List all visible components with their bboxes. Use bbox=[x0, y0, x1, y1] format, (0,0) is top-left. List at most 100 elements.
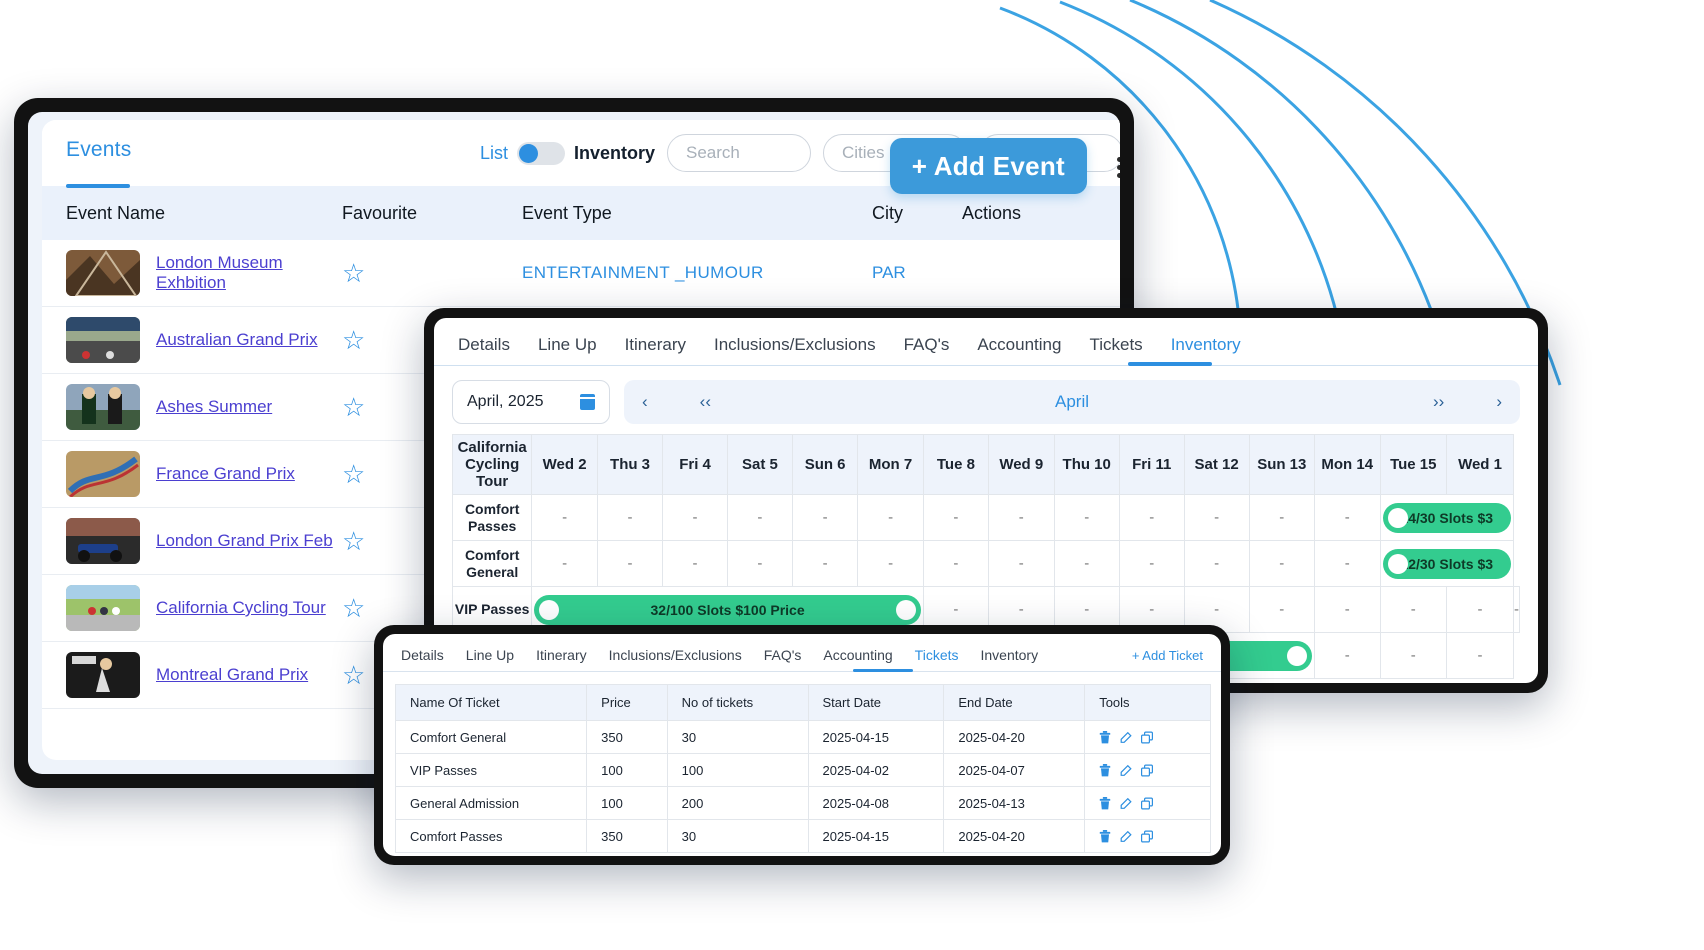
delete-icon[interactable] bbox=[1099, 763, 1111, 777]
favourite-star-icon[interactable]: ☆ bbox=[342, 392, 365, 422]
more-options-icon[interactable] bbox=[1117, 154, 1120, 181]
grid-cell[interactable]: - bbox=[1313, 586, 1381, 633]
grid-cell[interactable]: - bbox=[1248, 494, 1315, 541]
grid-cell[interactable]: - bbox=[1379, 586, 1448, 633]
favourite-star-icon[interactable]: ☆ bbox=[342, 593, 365, 623]
slot-pill[interactable]: 24/30 Slots $3 bbox=[1382, 502, 1511, 533]
grid-cell[interactable]: - bbox=[1248, 540, 1315, 587]
grid-cell[interactable]: - bbox=[1248, 586, 1315, 633]
table-row[interactable]: Comfort General 350 30 2025-04-15 2025-0… bbox=[394, 720, 1211, 754]
tab-inclusions-exclusions[interactable]: Inclusions/Exclusions bbox=[609, 647, 742, 671]
delete-icon[interactable] bbox=[1099, 730, 1111, 744]
copy-icon[interactable] bbox=[1141, 797, 1154, 810]
grid-cell[interactable]: - bbox=[791, 540, 859, 587]
grid-cell[interactable]: - bbox=[531, 540, 598, 587]
grid-cell[interactable]: - bbox=[988, 540, 1055, 587]
event-link[interactable]: California Cycling Tour bbox=[156, 598, 326, 618]
slot-pill[interactable]: 32/100 Slots $100 Price bbox=[534, 594, 921, 625]
edit-icon[interactable] bbox=[1120, 830, 1132, 843]
grid-cell[interactable]: - bbox=[857, 540, 924, 587]
favourite-star-icon[interactable]: ☆ bbox=[342, 459, 365, 489]
grid-cell[interactable]: - bbox=[1446, 632, 1514, 679]
grid-cell[interactable]: - bbox=[1313, 494, 1381, 541]
tab-line-up[interactable]: Line Up bbox=[538, 335, 597, 365]
grid-cell[interactable]: - bbox=[1313, 540, 1381, 587]
table-row[interactable]: General Admission 100 200 2025-04-08 202… bbox=[394, 786, 1211, 820]
grid-cell[interactable]: - bbox=[1513, 586, 1520, 633]
tab-inventory[interactable]: Inventory bbox=[1171, 335, 1241, 365]
event-link[interactable]: London Museum Exhbition bbox=[156, 253, 342, 293]
table-row[interactable]: VIP Passes 100 100 2025-04-02 2025-04-07 bbox=[394, 753, 1211, 787]
grid-cell[interactable]: - bbox=[791, 494, 859, 541]
copy-icon[interactable] bbox=[1141, 764, 1154, 777]
tab-accounting[interactable]: Accounting bbox=[977, 335, 1061, 365]
table-row[interactable]: Comfort Passes 350 30 2025-04-15 2025-04… bbox=[394, 819, 1211, 853]
grid-cell[interactable]: - bbox=[1183, 494, 1250, 541]
grid-cell[interactable]: - bbox=[1379, 632, 1448, 679]
delete-icon[interactable] bbox=[1099, 829, 1111, 843]
column-price: Price bbox=[586, 684, 668, 721]
inventory-slot-cell[interactable]: 12/30 Slots $3 bbox=[1379, 540, 1514, 587]
inventory-slot-cell[interactable]: 24/30 Slots $3 bbox=[1379, 494, 1514, 541]
grid-cell[interactable]: - bbox=[1183, 540, 1250, 587]
pill-handle-left[interactable] bbox=[539, 599, 560, 620]
grid-cell[interactable]: - bbox=[1118, 540, 1185, 587]
pill-handle-left[interactable] bbox=[1387, 553, 1408, 574]
tab-itinerary[interactable]: Itinerary bbox=[625, 335, 686, 365]
delete-icon[interactable] bbox=[1099, 796, 1111, 810]
event-link[interactable]: Montreal Grand Prix bbox=[156, 665, 308, 685]
tab-line-up[interactable]: Line Up bbox=[466, 647, 514, 671]
month-picker[interactable]: April, 2025 bbox=[452, 380, 610, 424]
grid-cell[interactable]: - bbox=[1053, 494, 1120, 541]
grid-cell[interactable]: - bbox=[531, 494, 598, 541]
pill-handle-right[interactable] bbox=[895, 599, 916, 620]
favourite-star-icon[interactable]: ☆ bbox=[342, 526, 365, 556]
tab-details[interactable]: Details bbox=[401, 647, 444, 671]
copy-icon[interactable] bbox=[1141, 830, 1154, 843]
table-row[interactable]: London Museum Exhbition ☆ ENTERTAINMENT … bbox=[42, 240, 1120, 307]
event-link[interactable]: Australian Grand Prix bbox=[156, 330, 318, 350]
pill-handle-left[interactable] bbox=[1387, 507, 1408, 528]
grid-cell[interactable]: - bbox=[662, 494, 728, 541]
grid-cell[interactable]: - bbox=[1313, 632, 1381, 679]
list-inventory-toggle[interactable]: List Inventory bbox=[480, 141, 655, 165]
add-ticket-button[interactable]: + Add Ticket bbox=[1132, 648, 1203, 671]
tab-faqs[interactable]: FAQ's bbox=[904, 335, 950, 365]
edit-icon[interactable] bbox=[1120, 797, 1132, 810]
tab-inclusions-exclusions[interactable]: Inclusions/Exclusions bbox=[714, 335, 876, 365]
toggle-switch[interactable] bbox=[516, 141, 565, 165]
grid-cell[interactable]: - bbox=[1053, 540, 1120, 587]
tab-tickets[interactable]: Tickets bbox=[1089, 335, 1142, 365]
grid-cell[interactable]: - bbox=[726, 540, 793, 587]
pill-handle-right[interactable] bbox=[1286, 645, 1307, 666]
grid-cell[interactable]: - bbox=[596, 540, 664, 587]
event-link[interactable]: London Grand Prix Feb bbox=[156, 531, 333, 551]
favourite-star-icon[interactable]: ☆ bbox=[342, 258, 365, 288]
tab-inventory[interactable]: Inventory bbox=[981, 647, 1039, 671]
copy-icon[interactable] bbox=[1141, 731, 1154, 744]
favourite-star-icon[interactable]: ☆ bbox=[342, 660, 365, 690]
grid-cell[interactable]: - bbox=[857, 494, 924, 541]
grid-cell[interactable]: - bbox=[1446, 586, 1514, 633]
tab-faqs[interactable]: FAQ's bbox=[764, 647, 802, 671]
grid-cell[interactable]: - bbox=[1118, 494, 1185, 541]
tab-tickets[interactable]: Tickets bbox=[915, 647, 959, 671]
grid-cell[interactable]: - bbox=[922, 494, 990, 541]
add-event-button[interactable]: + Add Event bbox=[889, 138, 1087, 194]
search-input[interactable]: Search bbox=[667, 134, 811, 172]
slot-pill[interactable]: 12/30 Slots $3 bbox=[1382, 548, 1511, 579]
tab-itinerary[interactable]: Itinerary bbox=[536, 647, 587, 671]
edit-icon[interactable] bbox=[1120, 764, 1132, 777]
tab-events[interactable]: Events bbox=[66, 138, 131, 168]
grid-cell[interactable]: - bbox=[726, 494, 793, 541]
tab-details[interactable]: Details bbox=[458, 335, 510, 365]
edit-icon[interactable] bbox=[1120, 731, 1132, 744]
grid-cell[interactable]: - bbox=[988, 494, 1055, 541]
favourite-star-icon[interactable]: ☆ bbox=[342, 325, 365, 355]
grid-cell[interactable]: - bbox=[662, 540, 728, 587]
grid-cell[interactable]: - bbox=[596, 494, 664, 541]
tab-accounting[interactable]: Accounting bbox=[823, 647, 892, 671]
event-link[interactable]: France Grand Prix bbox=[156, 464, 295, 484]
event-link[interactable]: Ashes Summer bbox=[156, 397, 272, 417]
grid-cell[interactable]: - bbox=[922, 540, 990, 587]
